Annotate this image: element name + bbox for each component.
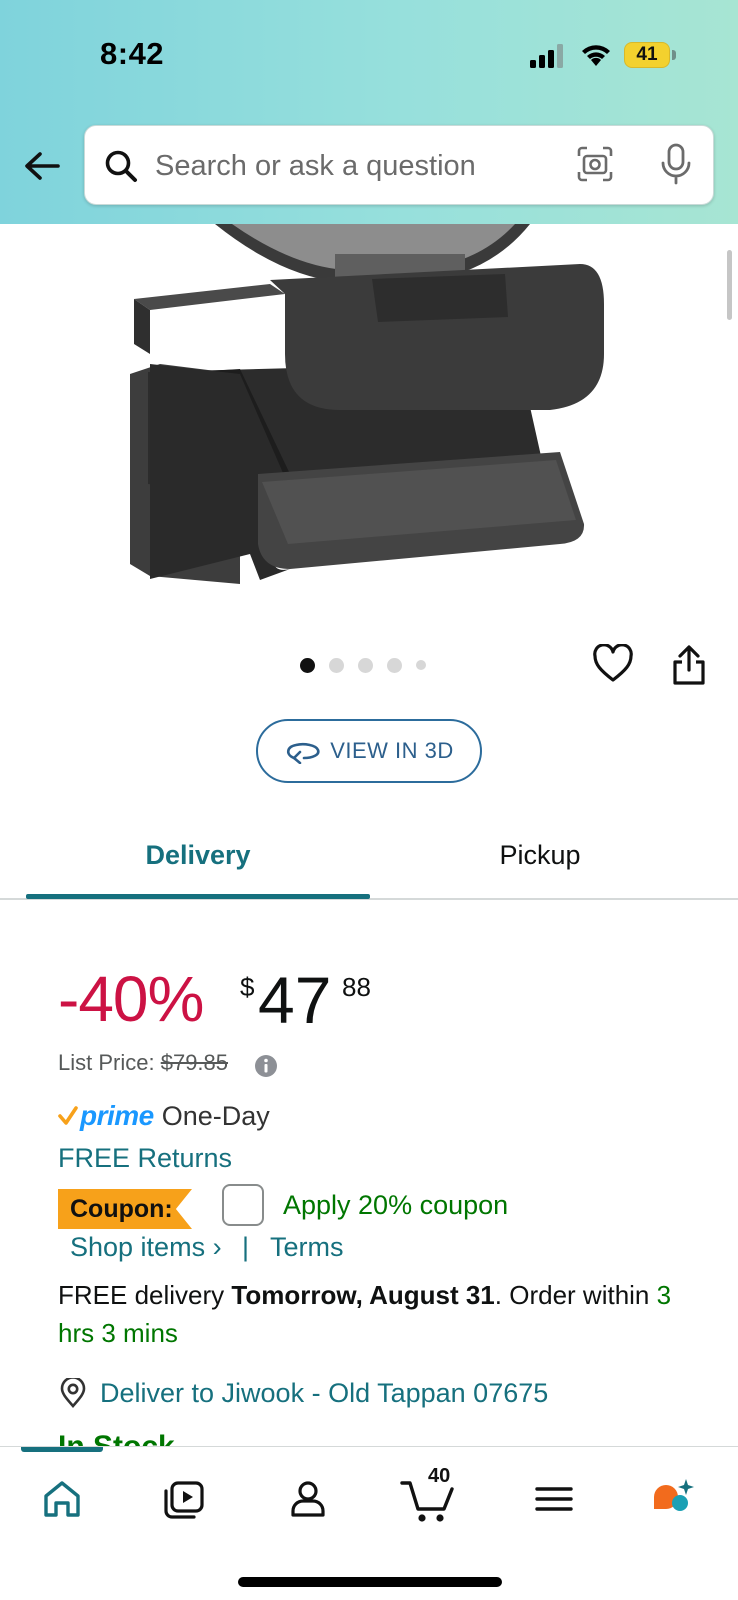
prime-logo: prime (80, 1100, 154, 1131)
price-fraction: 88 (342, 972, 371, 1002)
cart-count-badge: 40 (428, 1465, 451, 1487)
tab-delivery[interactable]: Delivery (28, 820, 368, 898)
view-in-3d-button[interactable]: VIEW IN 3D (256, 719, 482, 783)
battery-indicator: 41 (624, 42, 670, 68)
list-price-value: $79.85 (160, 1050, 229, 1075)
scroll-indicator[interactable] (727, 250, 732, 320)
apply-coupon-label[interactable]: Apply 20% coupon (283, 1190, 508, 1221)
carousel-dot[interactable] (416, 660, 426, 670)
cellular-signal-icon (530, 44, 563, 68)
info-icon[interactable] (254, 1054, 278, 1078)
rotate-3d-icon (287, 742, 320, 764)
camera-lens-icon[interactable] (575, 144, 615, 184)
list-price-label: List Price: (58, 1050, 155, 1075)
deliver-to-link[interactable]: Deliver to Jiwook - Old Tappan 07675 (100, 1378, 548, 1409)
home-icon[interactable] (32, 1469, 92, 1529)
search-input[interactable] (155, 138, 555, 194)
carousel-dot[interactable] (300, 657, 315, 673)
link-separator: | (242, 1232, 250, 1262)
delivery-mid: . Order within (494, 1280, 657, 1310)
cart-button[interactable]: 40 (398, 1465, 462, 1529)
video-library-icon[interactable] (154, 1469, 214, 1529)
list-price: List Price: $79.85 (58, 1050, 228, 1076)
coupon-badge: Coupon: (58, 1189, 192, 1229)
search-icon (105, 150, 137, 182)
coupon-checkbox[interactable] (222, 1184, 264, 1226)
back-arrow-icon[interactable] (22, 146, 62, 186)
menu-icon[interactable] (524, 1469, 584, 1529)
delivery-estimate: FREE delivery Tomorrow, August 31. Order… (58, 1276, 678, 1352)
carousel-dot[interactable] (387, 657, 402, 673)
rufus-assistant-icon[interactable] (644, 1469, 704, 1529)
view-in-3d-label: VIEW IN 3D (330, 738, 454, 763)
battery-tip (672, 50, 676, 60)
app-header: 8:42 41 (0, 0, 738, 224)
nav-active-indicator (21, 1447, 103, 1452)
home-indicator (238, 1577, 502, 1587)
discount-percentage: -40% (58, 963, 204, 1035)
carousel-dot[interactable] (358, 657, 373, 673)
tab-pickup[interactable]: Pickup (370, 820, 710, 898)
account-icon[interactable] (278, 1469, 338, 1529)
prime-badge: prime One-Day (58, 1099, 270, 1133)
price-currency: $ (240, 972, 255, 1002)
product-image[interactable] (0, 224, 738, 624)
prime-speed: One-Day (161, 1100, 270, 1131)
location-pin-icon (60, 1378, 86, 1408)
active-tab-indicator (26, 894, 370, 899)
delivery-date: Tomorrow, August 31 (231, 1280, 495, 1310)
prime-check-icon (58, 1106, 78, 1125)
free-returns-link[interactable]: FREE Returns (58, 1143, 232, 1174)
shop-items-link[interactable]: Shop items › (70, 1232, 222, 1263)
image-carousel-dots[interactable] (300, 657, 426, 673)
price-whole: 47 (258, 963, 332, 1037)
wifi-icon (582, 45, 610, 66)
status-time: 8:42 (100, 36, 165, 71)
search-bar[interactable] (84, 125, 714, 205)
microphone-icon[interactable] (659, 142, 693, 186)
terms-link[interactable]: Terms (270, 1232, 344, 1263)
delivery-prefix: FREE delivery (58, 1280, 232, 1310)
heart-icon[interactable] (592, 644, 634, 684)
bottom-navigation: 40 (0, 1446, 738, 1600)
share-icon[interactable] (670, 644, 708, 686)
fulfillment-tabs: Delivery Pickup (0, 820, 738, 900)
carousel-dot[interactable] (329, 657, 344, 673)
